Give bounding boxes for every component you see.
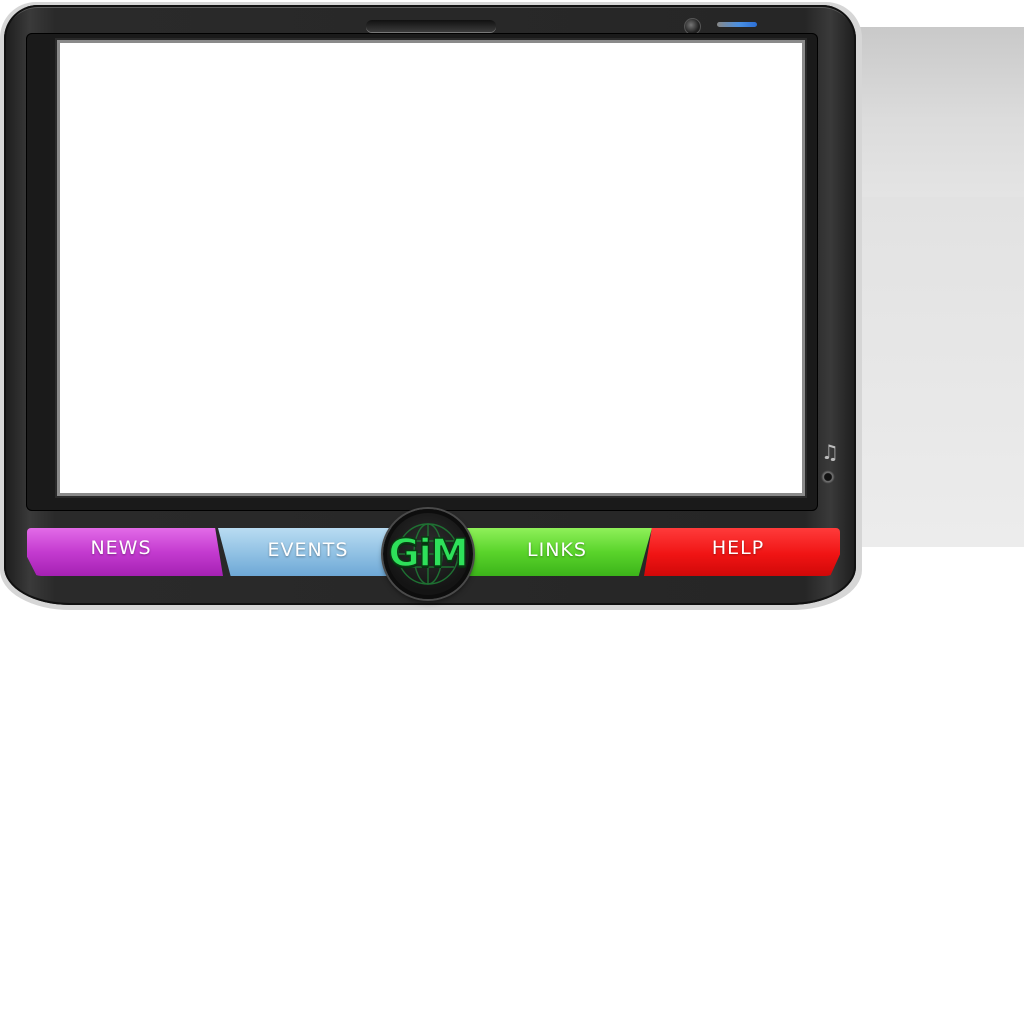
help-button[interactable]: HELP <box>644 528 840 576</box>
backdrop-panel-bottom <box>855 197 1024 547</box>
events-button-label: EVENTS <box>267 539 349 561</box>
gim-logo-button[interactable]: GiM <box>383 509 473 599</box>
events-button[interactable]: EVENTS <box>218 528 398 576</box>
speaker-grille <box>366 20 496 32</box>
music-note-icon: ♫ <box>821 440 839 464</box>
links-button[interactable]: LINKS <box>462 528 652 576</box>
status-led <box>717 22 757 27</box>
links-button-label: LINKS <box>527 539 587 561</box>
backdrop-panel-top <box>855 27 1024 197</box>
display-screen <box>57 40 805 496</box>
news-button[interactable]: NEWS <box>27 528 223 576</box>
logo-text: GiM <box>388 530 470 576</box>
help-button-label: HELP <box>711 537 765 559</box>
news-button-label: NEWS <box>90 537 152 559</box>
audio-jack-icon <box>821 470 835 484</box>
